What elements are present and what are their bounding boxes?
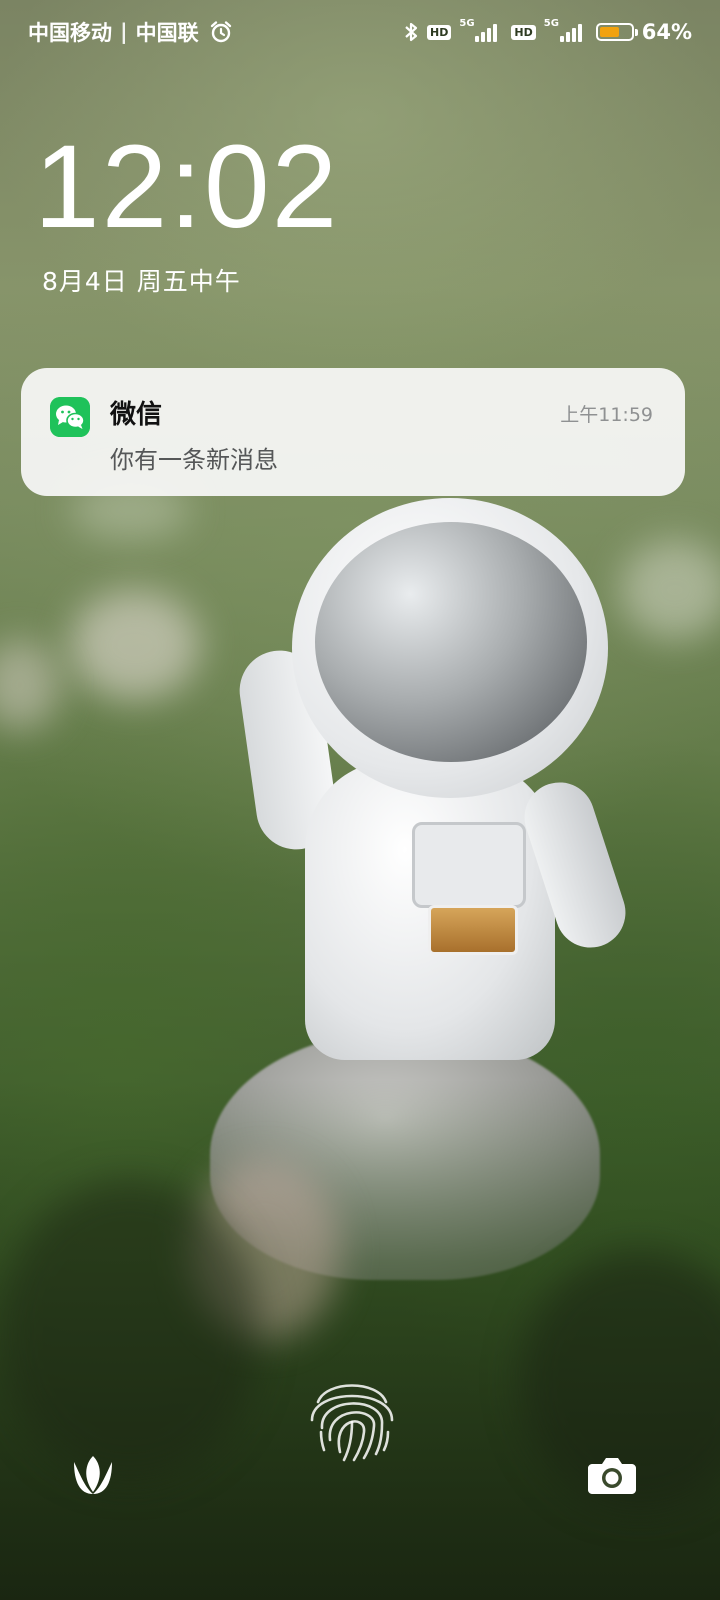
astronaut-buckle — [428, 905, 518, 955]
lock-clock: 12:02 — [34, 121, 340, 253]
lock-date: 8月4日 周五中午 — [42, 267, 241, 296]
hd-badge-sim1: HD — [427, 24, 452, 40]
fingerprint-icon[interactable] — [300, 1362, 404, 1466]
battery-percent: 64% — [641, 20, 692, 44]
hd-badge-sim2: HD — [511, 24, 536, 40]
signal-bars-icon — [559, 24, 582, 42]
network-type-sim1: 5G — [459, 18, 475, 29]
signal-bars-icon — [475, 24, 498, 42]
notification-message: 你有一条新消息 — [110, 446, 278, 474]
signal-sim2: 5G — [543, 18, 588, 44]
alarm-clock-icon — [210, 21, 231, 43]
battery-fill — [599, 27, 619, 37]
blurred-flower — [620, 540, 720, 640]
notification-time: 上午11:59 — [560, 404, 653, 426]
carrier-separator: | — [120, 20, 128, 44]
network-type-sim2: 5G — [543, 18, 559, 29]
shadow — [0, 1180, 260, 1480]
camera-icon[interactable] — [586, 1450, 638, 1498]
wechat-icon — [50, 397, 90, 437]
carrier-1: 中国移动 — [28, 21, 112, 45]
astronaut-visor — [315, 522, 587, 762]
battery-icon — [595, 23, 638, 41]
astronaut-chest-panel — [412, 822, 526, 908]
notification-app-name: 微信 — [110, 400, 163, 430]
status-bar: 中国移动 | 中国联 HD 5G HD 5G 64% — [0, 0, 720, 64]
status-right: HD 5G HD 5G 64% — [403, 18, 692, 44]
leaf-icon[interactable] — [70, 1452, 116, 1498]
bluetooth-icon — [405, 22, 418, 42]
carrier-2: 中国联 — [135, 21, 199, 45]
status-left: 中国移动 | 中国联 — [28, 17, 233, 47]
signal-sim1: 5G — [459, 18, 503, 44]
notification-card[interactable]: 微信 上午11:59 你有一条新消息 — [21, 368, 685, 496]
blurred-flower — [0, 640, 60, 730]
blurred-flower — [70, 590, 200, 700]
